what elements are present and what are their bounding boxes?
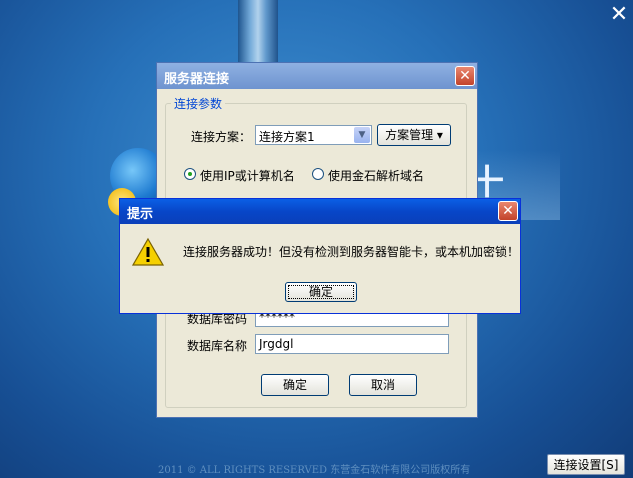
scheme-select[interactable]: 连接方案1 ▼ <box>255 125 372 145</box>
scheme-label: 连接方案： <box>191 130 252 144</box>
radio-use-ip[interactable] <box>184 168 196 180</box>
db-name-field[interactable]: Jrgdgl <box>255 334 449 354</box>
alert-ok-button[interactable]: 确定 <box>285 282 357 302</box>
warning-icon <box>132 237 164 266</box>
connection-params-label: 连接参数 <box>171 95 226 112</box>
server-dialog-titlebar: 服务器连接 ✕ <box>157 63 477 89</box>
alert-dialog: 提示 ✕ 连接服务器成功！但没有检测到服务器智能卡，或本机加密锁！ 确定 <box>119 198 521 314</box>
server-dialog-close-icon[interactable]: ✕ <box>455 66 475 86</box>
cancel-button[interactable]: 取消 <box>349 374 417 396</box>
scheme-value: 连接方案1 <box>259 130 315 144</box>
alert-close-icon[interactable]: ✕ <box>498 201 518 221</box>
connection-settings-button[interactable]: 连接设置[S] <box>547 454 625 475</box>
alert-titlebar: 提示 ✕ <box>120 199 520 224</box>
radio-use-dns-label[interactable]: 使用金石解析域名 <box>328 167 424 184</box>
copyright-text: 2011 © ALL RIGHTS RESERVED 东营金石软件有限公司版权所… <box>158 465 471 476</box>
db-name-label: 数据库名称 <box>187 339 248 353</box>
alert-message: 连接服务器成功！但没有检测到服务器智能卡，或本机加密锁！ <box>183 245 520 259</box>
app-close-icon[interactable]: ✕ <box>608 4 630 26</box>
chevron-down-icon[interactable]: ▼ <box>354 127 370 143</box>
ok-button[interactable]: 确定 <box>261 374 329 396</box>
radio-use-dns[interactable] <box>312 168 324 180</box>
radio-use-ip-label[interactable]: 使用IP或计算机名 <box>200 167 295 184</box>
server-dialog-title: 服务器连接 <box>164 72 230 87</box>
alert-title: 提示 <box>127 207 154 222</box>
scheme-manage-button[interactable]: 方案管理 ▾ <box>377 124 451 146</box>
